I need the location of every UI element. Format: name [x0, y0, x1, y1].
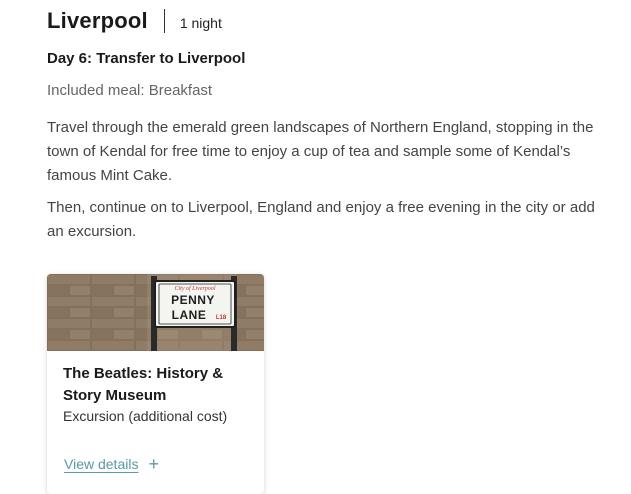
day-description-paragraph: Travel through the emerald green landsca…: [47, 119, 594, 184]
day-title: Day 6: Transfer to Liverpool: [47, 50, 246, 67]
section-header: Liverpool 1 night: [47, 8, 222, 34]
penny-lane-sign-photo: City of Liverpool PENNY LANE L18: [47, 274, 264, 351]
card-body: The Beatles: History & Story Museum Excu…: [47, 351, 264, 424]
sign-postcode: L18: [216, 315, 227, 321]
excursion-title: The Beatles: History & Story Museum: [63, 365, 224, 404]
excursion-subtitle: Excursion (additional cost): [63, 408, 228, 424]
plus-icon[interactable]: +: [148, 455, 159, 473]
sign-city-text: City of Liverpool: [175, 285, 216, 292]
header-divider: [163, 9, 165, 33]
nights-count: 1 night: [179, 14, 222, 31]
included-meal: Included meal: Breakfast: [47, 82, 213, 99]
sign-line1: PENNY: [171, 293, 215, 307]
excursion-image: City of Liverpool PENNY LANE L18: [47, 274, 264, 351]
view-details-label[interactable]: View details: [64, 456, 138, 472]
day-description-paragraph: Then, continue on to Liverpool, England …: [47, 199, 595, 240]
city-title: Liverpool: [47, 8, 148, 33]
excursion-card[interactable]: City of Liverpool PENNY LANE L18 The Bea…: [47, 274, 264, 494]
sign-line2: LANE: [172, 308, 207, 322]
view-details-link[interactable]: View details +: [64, 455, 159, 473]
